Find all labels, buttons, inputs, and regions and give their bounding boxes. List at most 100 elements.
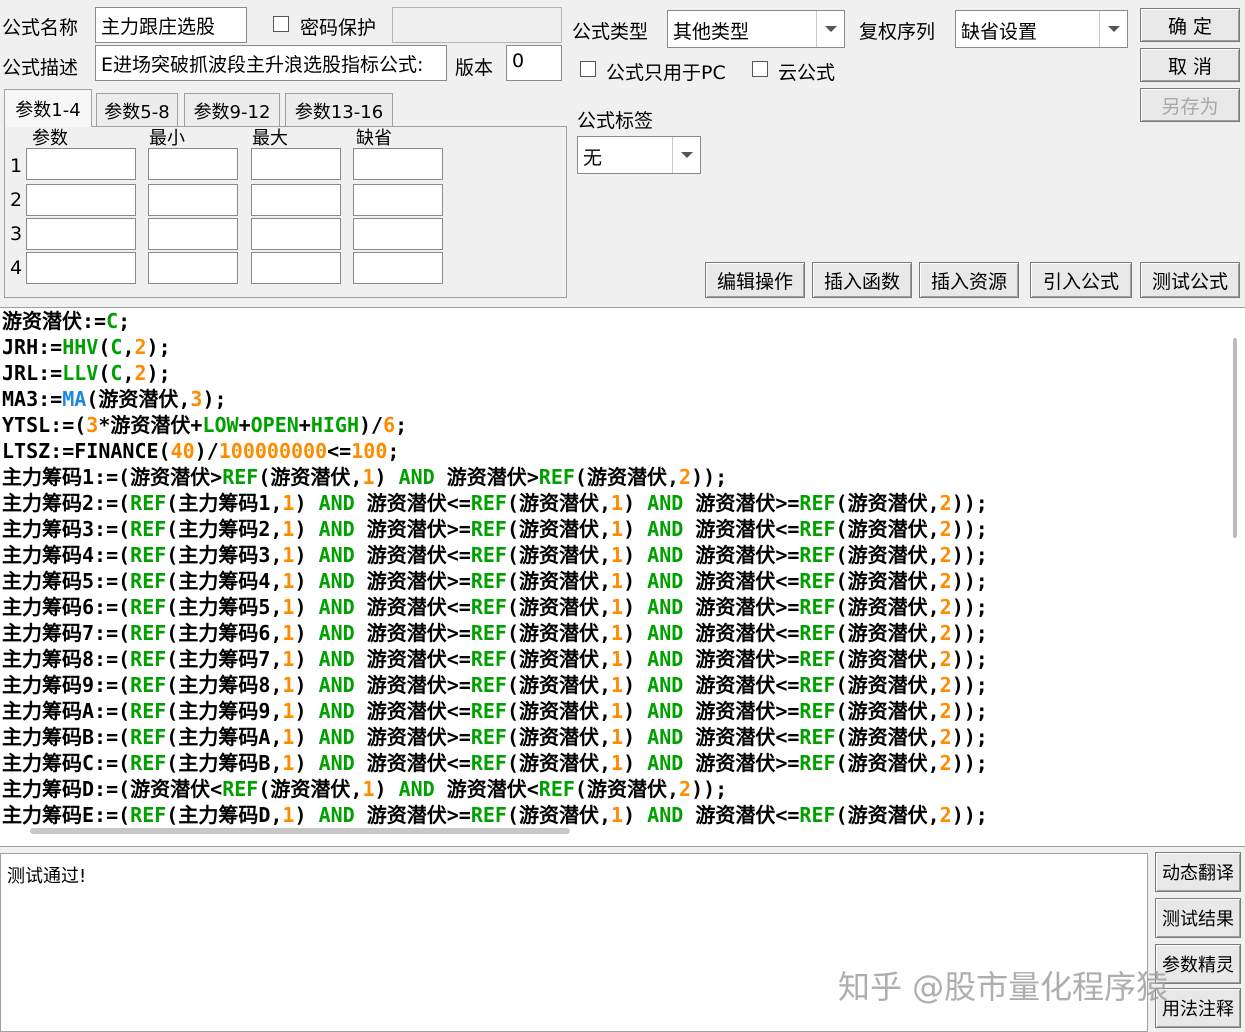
code-token: ) <box>294 803 319 827</box>
formula-desc-input[interactable]: E进场突破抓波段主升浪选股指标公式: <box>95 45 447 81</box>
code-token: (游资潜伏, <box>835 517 940 541</box>
vertical-scrollbar[interactable] <box>1231 328 1239 838</box>
code-token: ) <box>623 621 648 645</box>
code-editor[interactable]: 游资潜伏:=C; JRH:=HHV(C,2); JRL:=LLV(C,2); MA3:… <box>0 307 1245 847</box>
param-max-input[interactable] <box>251 218 341 250</box>
code-line: 主力筹码B:=(REF(主力筹码A,1) AND 游资潜伏>=REF(游资潜伏,… <box>2 724 988 750</box>
code-token: REF <box>470 699 507 723</box>
param-default-input[interactable] <box>353 218 443 250</box>
scrollbar-thumb[interactable] <box>1233 338 1237 538</box>
code-token: AND <box>318 517 355 541</box>
param-min-input[interactable] <box>148 218 238 250</box>
chevron-down-icon[interactable] <box>672 137 700 173</box>
tag-select[interactable]: 无 <box>577 136 701 174</box>
horizontal-scrollbar[interactable] <box>30 828 570 834</box>
param-name-input[interactable] <box>26 184 136 216</box>
code-token: ) <box>294 725 319 749</box>
code-token: AND <box>647 621 684 645</box>
code-line: 主力筹码3:=(REF(主力筹码2,1) AND 游资潜伏>=REF(游资潜伏,… <box>2 516 988 542</box>
code-token: ) <box>623 595 648 619</box>
code-token: 2 <box>134 335 147 359</box>
code-token: AND <box>318 621 355 645</box>
tab-params-5-8[interactable]: 参数5-8 <box>96 93 178 127</box>
code-token: (游资潜伏, <box>835 491 940 515</box>
tab-params-1-4[interactable]: 参数1-4 <box>4 89 92 127</box>
code-token: 1 <box>282 543 295 567</box>
code-line: 主力筹码5:=(REF(主力筹码4,1) AND 游资潜伏>=REF(游资潜伏,… <box>2 568 988 594</box>
code-token: 1 <box>611 621 624 645</box>
code-token: 游资潜伏>= <box>354 621 471 645</box>
insert-function-button[interactable]: 插入函数 <box>812 262 912 298</box>
code-token: 游资潜伏<= <box>683 621 800 645</box>
code-token: AND <box>647 543 684 567</box>
param-default-input[interactable] <box>353 184 443 216</box>
save-as-button[interactable]: 另存为 <box>1140 88 1240 122</box>
dynamic-translate-button[interactable]: 动态翻译 <box>1155 852 1241 892</box>
code-token: REF <box>130 517 167 541</box>
edit-operation-button[interactable]: 编辑操作 <box>705 262 805 298</box>
code-token: 主力筹码B:=( <box>2 725 131 749</box>
code-line: 主力筹码E:=(REF(主力筹码D,1) AND 游资潜伏>=REF(游资潜伏,… <box>2 802 988 828</box>
code-text[interactable]: 游资潜伏:=C; JRH:=HHV(C,2); JRL:=LLV(C,2); MA3:… <box>2 308 988 828</box>
rights-select[interactable]: 缺省设置 <box>955 10 1128 48</box>
param-name-input[interactable] <box>26 252 136 284</box>
code-token: (游资潜伏, <box>506 621 612 645</box>
code-token: AND <box>647 647 684 671</box>
cancel-button[interactable]: 取 消 <box>1140 48 1240 82</box>
code-token: 主力筹码D:=(游资潜伏< <box>2 777 223 801</box>
ok-button[interactable]: 确 定 <box>1140 8 1240 42</box>
code-token: (游资潜伏, <box>506 569 612 593</box>
code-token: )); <box>951 725 988 749</box>
param-min-input[interactable] <box>148 252 238 284</box>
param-max-input[interactable] <box>251 184 341 216</box>
cloud-checkbox[interactable] <box>752 61 768 77</box>
formula-name-input[interactable]: 主力跟庄选股 <box>95 7 247 43</box>
code-token: AND <box>647 569 684 593</box>
code-token: 1 <box>611 751 624 775</box>
code-token: (主力筹码D, <box>166 803 283 827</box>
code-token: ; <box>118 309 131 333</box>
tab-params-13-16[interactable]: 参数13-16 <box>285 93 393 127</box>
params-panel: 参数 最小 最大 缺省 1 2 3 4 <box>4 126 567 298</box>
code-token: ); <box>146 335 171 359</box>
param-name-input[interactable] <box>26 218 136 250</box>
param-default-input[interactable] <box>353 148 443 180</box>
version-input[interactable]: 0 <box>506 45 562 81</box>
param-min-input[interactable] <box>148 184 238 216</box>
code-token: 1 <box>611 647 624 671</box>
password-checkbox[interactable] <box>273 16 289 32</box>
code-token: AND <box>398 777 435 801</box>
code-token: 游资潜伏>= <box>354 517 471 541</box>
code-token: (主力筹码B, <box>166 751 283 775</box>
code-token: REF <box>130 621 167 645</box>
chevron-down-icon[interactable] <box>816 11 844 47</box>
test-formula-button[interactable]: 测试公式 <box>1140 262 1240 298</box>
insert-resource-button[interactable]: 插入资源 <box>919 262 1019 298</box>
code-token: 主力筹码E:=( <box>2 803 131 827</box>
code-token: REF <box>799 595 836 619</box>
code-line: LTSZ:=FINANCE(40)/100000000<=100; <box>2 438 988 464</box>
tab-params-9-12[interactable]: 参数9-12 <box>184 93 280 127</box>
chevron-down-icon[interactable] <box>1099 11 1127 47</box>
import-formula-button[interactable]: 引入公式 <box>1030 262 1132 298</box>
code-token: , <box>122 361 135 385</box>
code-token: (游资潜伏, <box>506 491 612 515</box>
code-token: 2 <box>939 491 952 515</box>
param-max-input[interactable] <box>251 252 341 284</box>
code-line: 游资潜伏:=C; <box>2 308 988 334</box>
code-token: REF <box>130 803 167 827</box>
test-result-button[interactable]: 测试结果 <box>1155 898 1241 938</box>
code-token: AND <box>318 543 355 567</box>
code-token: (主力筹码A, <box>166 725 283 749</box>
code-token: , <box>122 335 135 359</box>
param-max-input[interactable] <box>251 148 341 180</box>
param-default-input[interactable] <box>353 252 443 284</box>
code-token: (主力筹码8, <box>166 673 283 697</box>
pc-only-checkbox[interactable] <box>580 61 596 77</box>
code-token: + <box>298 413 311 437</box>
code-token: (游资潜伏, <box>506 725 612 749</box>
param-name-input[interactable] <box>26 148 136 180</box>
formula-type-select[interactable]: 其他类型 <box>667 10 845 48</box>
password-input[interactable] <box>392 7 562 43</box>
param-min-input[interactable] <box>148 148 238 180</box>
